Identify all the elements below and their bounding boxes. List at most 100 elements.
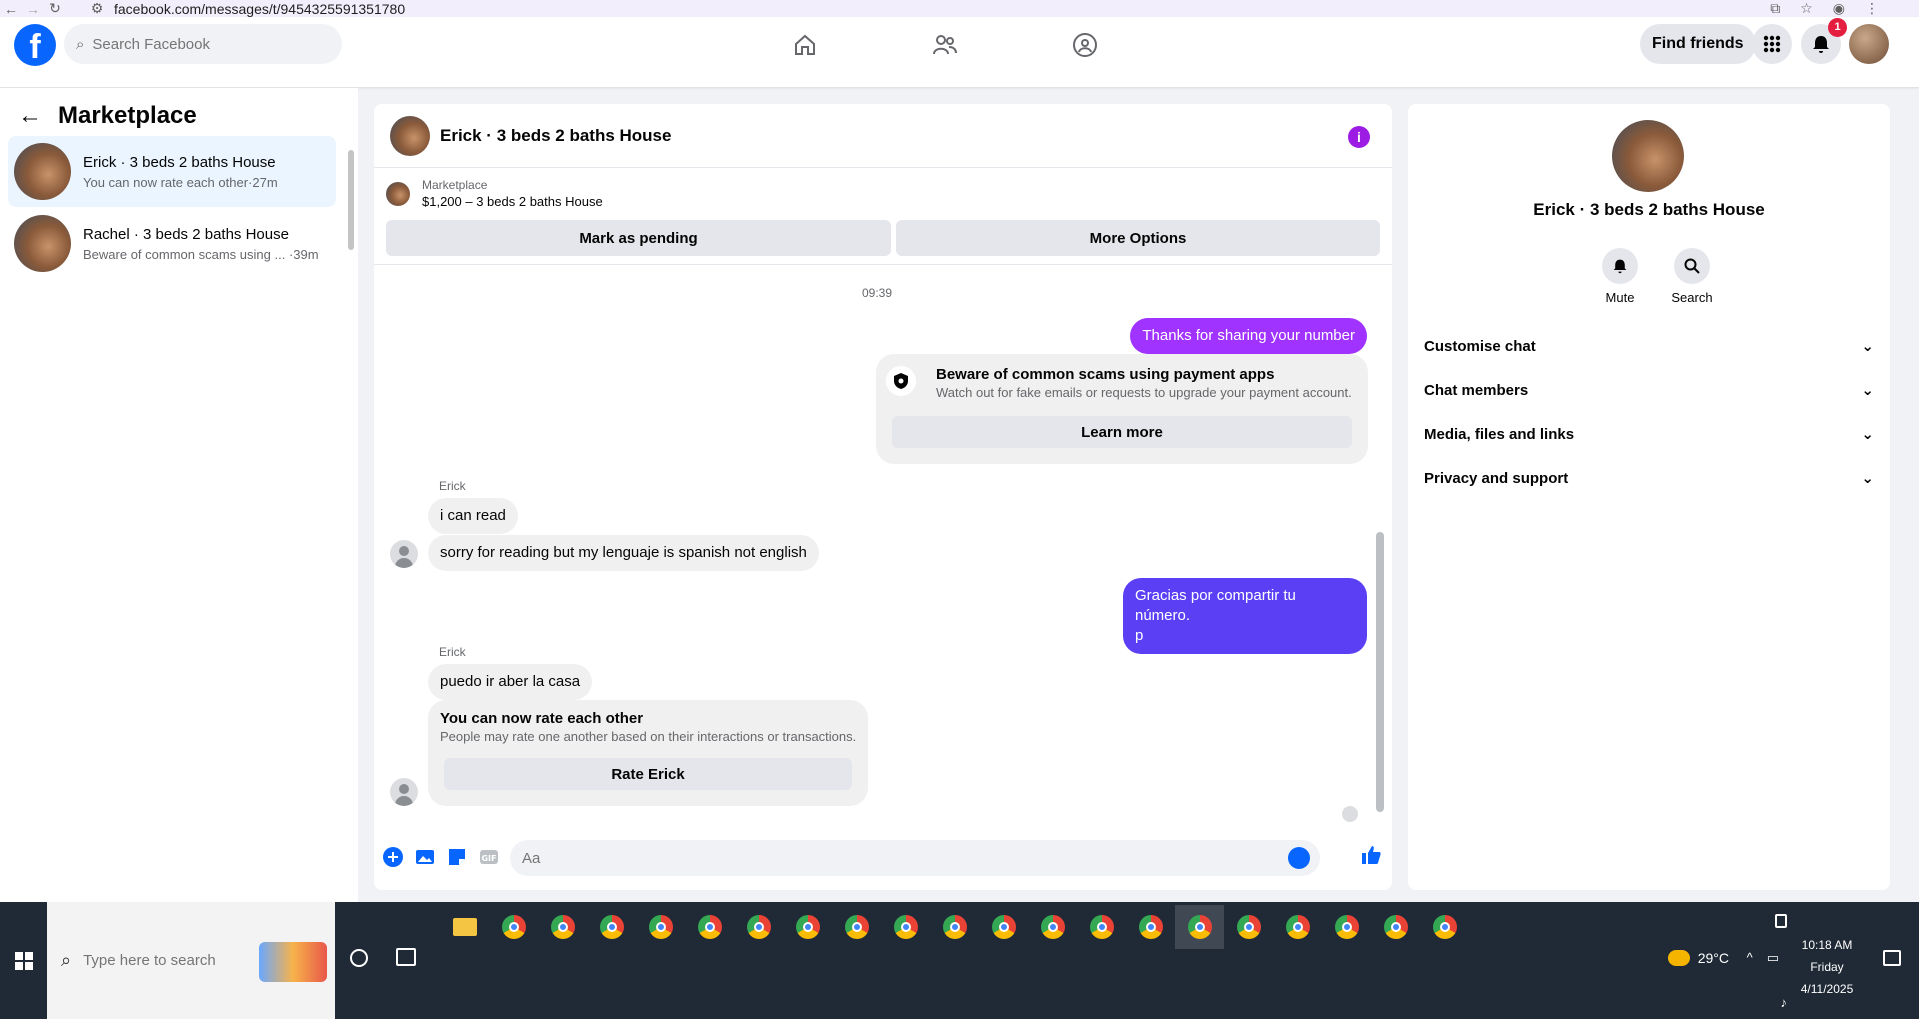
info-icon[interactable]: i: [1348, 126, 1370, 148]
incoming-message[interactable]: puedo ir aber la casa: [428, 664, 593, 700]
photo-icon[interactable]: [414, 846, 436, 868]
grid-icon: [1763, 35, 1781, 53]
scrollbar-thumb[interactable]: [348, 150, 354, 250]
plus-icon[interactable]: [382, 846, 404, 868]
cortana-icon[interactable]: [350, 949, 368, 967]
chrome-icon[interactable]: [587, 905, 636, 949]
taskbar-search[interactable]: ⌕: [47, 902, 335, 1019]
mute-button[interactable]: Mute: [1590, 248, 1650, 305]
mark-as-pending-button[interactable]: Mark as pending: [386, 220, 891, 256]
incoming-message[interactable]: i can read: [428, 498, 518, 534]
bookmark-star-icon[interactable]: ☆: [1800, 0, 1813, 17]
sidebar-scrollbar[interactable]: [348, 140, 354, 260]
chrome-icon[interactable]: [636, 905, 685, 949]
chrome-icon[interactable]: [1077, 905, 1126, 949]
chrome-icon[interactable]: [1175, 905, 1224, 949]
chrome-icon[interactable]: [979, 905, 1028, 949]
menu-icon[interactable]: ⋮: [1865, 0, 1879, 17]
home-icon[interactable]: [790, 30, 820, 60]
profile-icon[interactable]: ◉: [1833, 0, 1845, 17]
chrome-icon[interactable]: [783, 905, 832, 949]
message-input-wrapper[interactable]: [510, 840, 1320, 876]
emoji-icon[interactable]: [1288, 847, 1310, 869]
chevron-up-icon[interactable]: ^: [1747, 950, 1753, 966]
install-icon[interactable]: ⧉: [1770, 0, 1780, 17]
media-files-links-section[interactable]: Media, files and links ⌄: [1424, 412, 1874, 456]
profile-avatar[interactable]: [1612, 120, 1684, 192]
contact-avatar[interactable]: [390, 778, 418, 806]
chrome-icon[interactable]: [881, 905, 930, 949]
clock-time: 10:18 AM: [1801, 938, 1853, 952]
find-friends-button[interactable]: Find friends: [1640, 24, 1756, 64]
message-input[interactable]: [522, 849, 1262, 867]
chrome-icon[interactable]: [1028, 905, 1077, 949]
chrome-icon[interactable]: [538, 905, 587, 949]
scrollbar-thumb[interactable]: [1376, 532, 1384, 812]
tray-device-icon[interactable]: [1775, 914, 1787, 928]
chrome-icon[interactable]: [930, 905, 979, 949]
facebook-logo-icon[interactable]: f: [14, 24, 56, 66]
conversation-preview: You can now rate each other·27m: [83, 174, 278, 190]
notification-center-icon[interactable]: [1883, 950, 1901, 966]
site-info-icon[interactable]: ⚙: [86, 0, 108, 17]
more-options-button[interactable]: More Options: [896, 220, 1380, 256]
forward-icon[interactable]: →: [22, 1, 44, 17]
scam-warning-card: Beware of common scams using payment app…: [876, 354, 1368, 464]
network-icon[interactable]: ▭: [1767, 950, 1779, 966]
chat-avatar[interactable]: [390, 115, 430, 156]
chat-header: Erick · 3 beds 2 baths House i: [374, 104, 1392, 168]
chrome-icon[interactable]: [1371, 905, 1420, 949]
address-bar[interactable]: facebook.com/messages/t/9454325591351780: [114, 1, 405, 17]
chrome-icon[interactable]: [1273, 905, 1322, 949]
weather-widget[interactable]: 29°C: [1667, 950, 1729, 966]
outgoing-message[interactable]: Thanks for sharing your number: [1130, 318, 1367, 354]
windows-start-icon[interactable]: [0, 902, 47, 1019]
facebook-search[interactable]: ⌕: [64, 24, 342, 64]
groups-icon[interactable]: [1070, 30, 1100, 60]
chrome-icon[interactable]: [489, 905, 538, 949]
chrome-icon[interactable]: [1420, 905, 1469, 949]
incoming-message[interactable]: sorry for reading but my lenguaje is spa…: [428, 535, 819, 571]
taskbar-clock[interactable]: 10:18 AM Friday 4/11/2025: [1787, 934, 1867, 1000]
chat-members-section[interactable]: Chat members ⌄: [1424, 368, 1874, 412]
customise-chat-section[interactable]: Customise chat ⌄: [1424, 324, 1874, 368]
conversation-item[interactable]: Rachel · 3 beds 2 baths House Beware of …: [8, 208, 336, 279]
search-highlight-image[interactable]: [259, 942, 327, 982]
chat-title[interactable]: Erick · 3 beds 2 baths House: [440, 126, 671, 146]
search-icon: [1674, 248, 1710, 284]
contact-avatar[interactable]: [390, 540, 418, 568]
back-arrow-icon[interactable]: ←: [18, 102, 42, 130]
rate-erick-button[interactable]: Rate Erick: [444, 758, 852, 790]
learn-more-button[interactable]: Learn more: [892, 416, 1352, 448]
taskbar-search-input[interactable]: [83, 952, 254, 969]
account-avatar[interactable]: [1849, 24, 1889, 64]
notifications-button[interactable]: 1: [1801, 18, 1847, 64]
search-button[interactable]: Search: [1662, 248, 1722, 305]
menu-grid-button[interactable]: [1752, 24, 1792, 64]
chrome-icon[interactable]: [1126, 905, 1175, 949]
chrome-icon[interactable]: [1224, 905, 1273, 949]
friends-icon[interactable]: [930, 30, 960, 60]
conversation-item[interactable]: Erick · 3 beds 2 baths House You can now…: [8, 136, 336, 207]
chrome-icon[interactable]: [832, 905, 881, 949]
reload-icon[interactable]: ↻: [44, 0, 66, 17]
outgoing-message[interactable]: Gracias por compartir tu número. p: [1123, 578, 1367, 654]
chat-scrollbar[interactable]: [1376, 272, 1384, 820]
chrome-icon[interactable]: [685, 905, 734, 949]
gif-icon[interactable]: GIF: [478, 846, 500, 868]
file-explorer-icon[interactable]: [440, 905, 489, 949]
sticker-icon[interactable]: [446, 846, 468, 868]
thumbs-up-icon[interactable]: [1360, 844, 1382, 866]
facebook-header: f ⌕ Find friends 1: [0, 17, 1919, 87]
privacy-support-section[interactable]: Privacy and support ⌄: [1424, 456, 1874, 500]
task-view-icon[interactable]: [396, 948, 416, 966]
chat-info-panel: Erick · 3 beds 2 baths House Mute Search…: [1408, 104, 1890, 890]
windows-taskbar: ⌕ 29°C ^ ▭ ♪ 10:18 AM Fri: [0, 902, 1919, 1019]
shield-icon: [886, 366, 916, 396]
facebook-search-input[interactable]: [92, 35, 313, 53]
chrome-icon[interactable]: [1322, 905, 1371, 949]
chrome-icon[interactable]: [734, 905, 783, 949]
listing-banner[interactable]: Marketplace $1,200 – 3 beds 2 baths Hous…: [386, 178, 603, 209]
back-icon[interactable]: ←: [0, 1, 22, 17]
temperature: 29°C: [1697, 950, 1729, 966]
